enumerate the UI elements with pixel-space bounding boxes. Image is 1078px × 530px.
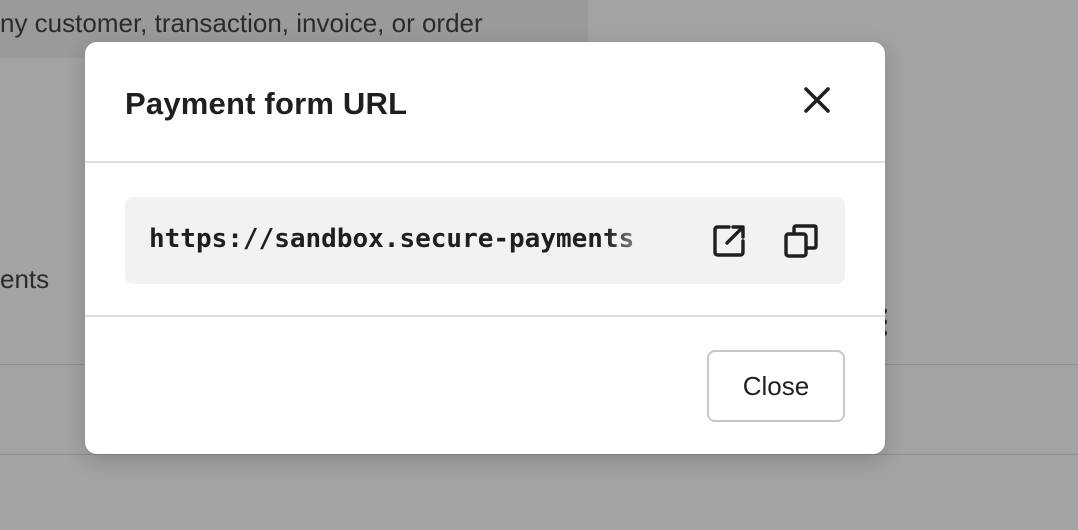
close-icon[interactable] bbox=[797, 80, 837, 120]
background-nav-text: ents bbox=[0, 264, 50, 294]
payment-url-text[interactable]: https://sandbox.secure-payments bbox=[149, 224, 669, 260]
close-button[interactable]: Close bbox=[707, 350, 845, 422]
url-field: https://sandbox.secure-payments bbox=[125, 197, 845, 284]
dialog-header: Payment form URL bbox=[85, 42, 885, 163]
payment-form-url-dialog: Payment form URL https://sandbox.secure-… bbox=[85, 42, 885, 454]
dialog-title: Payment form URL bbox=[125, 86, 408, 121]
search-placeholder: ny customer, transaction, invoice, or or… bbox=[0, 8, 483, 38]
copy-icon[interactable] bbox=[781, 221, 821, 261]
dialog-body: https://sandbox.secure-payments bbox=[85, 163, 885, 317]
open-external-icon[interactable] bbox=[709, 221, 749, 261]
background-divider bbox=[0, 454, 1078, 455]
